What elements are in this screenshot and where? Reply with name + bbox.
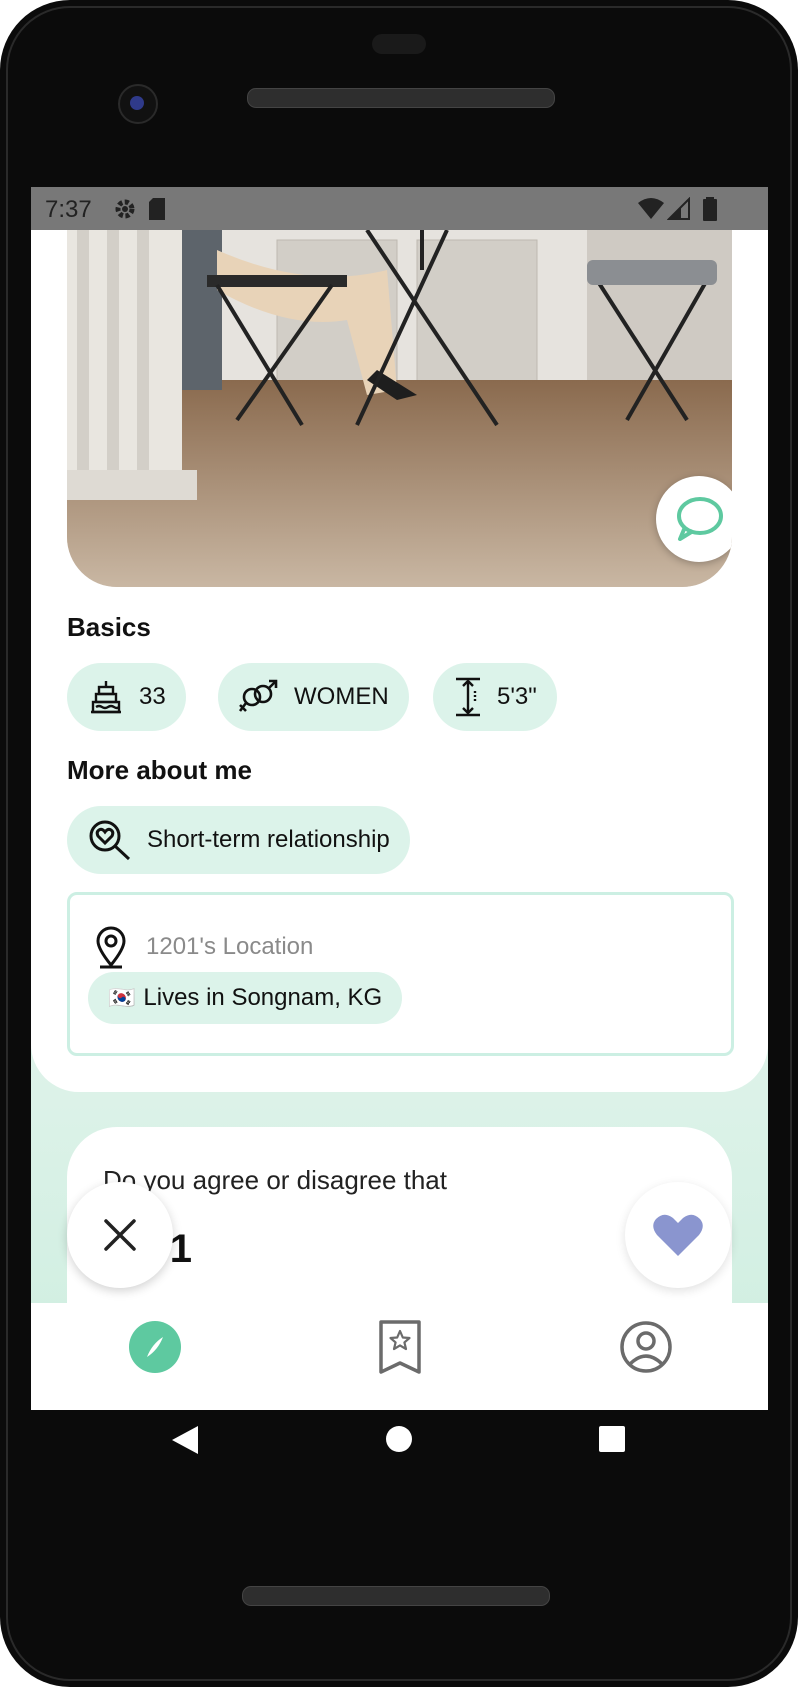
gender-symbols-icon bbox=[238, 679, 280, 715]
location-value: Lives in Songnam, KG bbox=[143, 984, 383, 1011]
speaker-grille bbox=[247, 88, 555, 108]
system-navigation-bar bbox=[0, 1410, 798, 1490]
main-content[interactable]: Basics 33 WOMEN 5'3" More about me Short… bbox=[31, 230, 768, 1410]
compass-icon bbox=[128, 1320, 182, 1374]
age-chip: 33 bbox=[67, 663, 186, 731]
relationship-chip: Short-term relationship bbox=[67, 806, 410, 874]
close-icon bbox=[102, 1217, 138, 1253]
question-text: Do you agree or disagree that bbox=[103, 1165, 447, 1195]
more-about-title: More about me bbox=[67, 755, 252, 785]
heart-search-icon bbox=[87, 818, 133, 862]
wifi-icon bbox=[637, 197, 665, 226]
basics-title: Basics bbox=[67, 612, 151, 642]
front-camera bbox=[118, 84, 158, 124]
bottom-speaker-grille bbox=[242, 1586, 550, 1606]
dismiss-button[interactable] bbox=[67, 1182, 173, 1288]
location-label: 1201's Location bbox=[146, 933, 314, 960]
gender-label: WOMEN bbox=[294, 683, 389, 710]
nav-saved[interactable] bbox=[370, 1317, 430, 1377]
gender-chip: WOMEN bbox=[218, 663, 409, 731]
nav-profile[interactable] bbox=[616, 1317, 676, 1377]
recents-square-icon[interactable] bbox=[597, 1424, 627, 1459]
nav-discover[interactable] bbox=[125, 1317, 185, 1377]
location-chip: 🇰🇷 Lives in Songnam, KG bbox=[88, 972, 403, 1024]
location-header: 1201's Location bbox=[94, 925, 313, 969]
chat-bubble-icon bbox=[673, 493, 725, 545]
status-time: 7:37 bbox=[45, 196, 92, 223]
like-button[interactable] bbox=[625, 1182, 731, 1288]
flag-icon: 🇰🇷 bbox=[108, 985, 136, 1010]
age-label: 33 bbox=[139, 683, 166, 710]
heart-icon bbox=[652, 1212, 704, 1258]
cell-signal-icon bbox=[666, 196, 691, 226]
profile-card: Basics 33 WOMEN 5'3" More about me Short… bbox=[31, 230, 768, 1092]
chat-button[interactable] bbox=[656, 476, 732, 562]
settings-gear-icon bbox=[113, 197, 137, 226]
bookmark-star-icon bbox=[377, 1319, 423, 1375]
height-label: 5'3" bbox=[497, 683, 537, 710]
location-card: 1201's Location 🇰🇷 Lives in Songnam, KG bbox=[67, 892, 734, 1056]
phone-frame: Basics 33 WOMEN 5'3" More about me Short… bbox=[0, 0, 798, 1687]
relationship-label: Short-term relationship bbox=[147, 826, 390, 853]
status-bar: 7:37 bbox=[31, 187, 768, 230]
profile-icon bbox=[619, 1320, 673, 1374]
bottom-navigation bbox=[31, 1303, 768, 1410]
height-chip: 5'3" bbox=[433, 663, 557, 731]
home-circle-icon[interactable] bbox=[384, 1424, 414, 1459]
birthday-cake-icon bbox=[87, 680, 125, 714]
height-icon bbox=[453, 677, 483, 717]
location-pin-icon bbox=[94, 925, 128, 969]
sd-card-icon bbox=[147, 197, 167, 226]
earpiece bbox=[372, 34, 426, 54]
battery-icon bbox=[703, 197, 717, 226]
screen: Basics 33 WOMEN 5'3" More about me Short… bbox=[31, 187, 768, 1410]
back-triangle-icon[interactable] bbox=[170, 1424, 200, 1461]
profile-photo[interactable] bbox=[67, 230, 732, 587]
